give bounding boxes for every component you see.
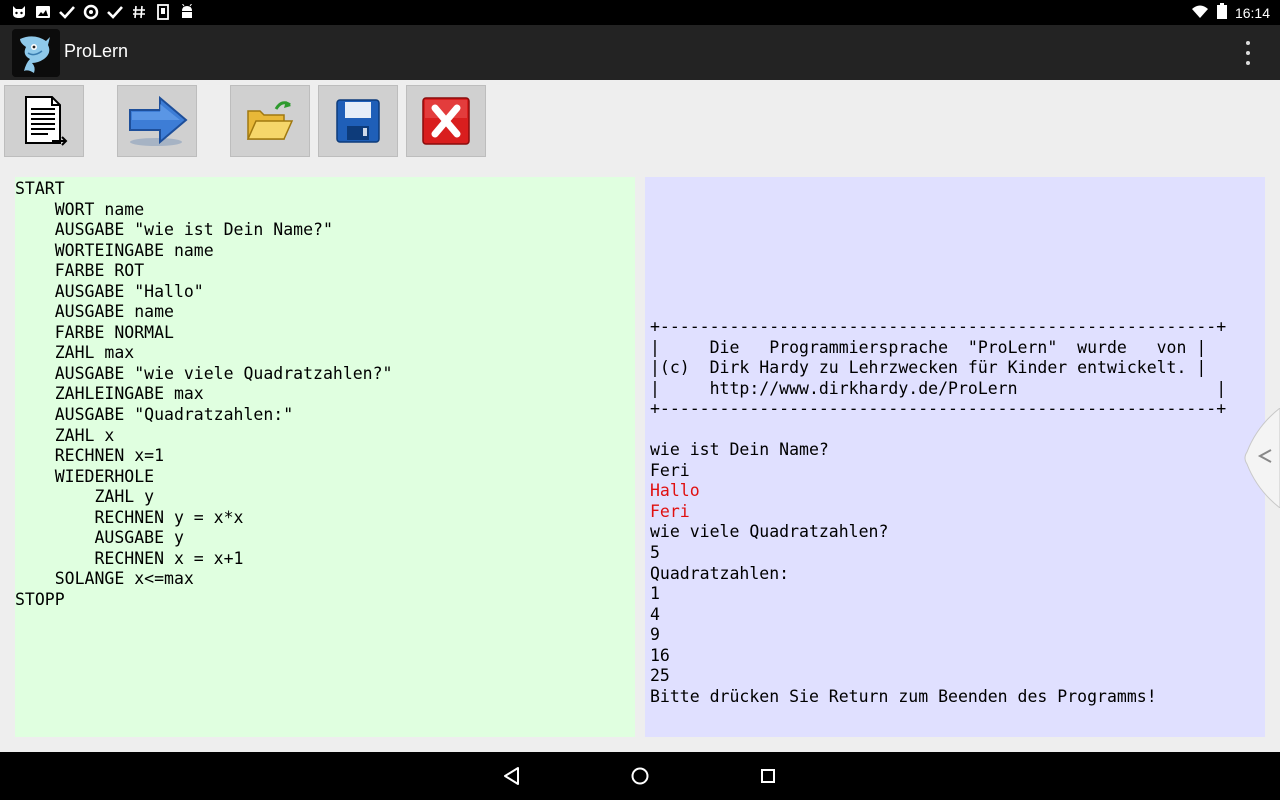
notification-icons xyxy=(10,3,196,21)
output-line: 9 xyxy=(650,625,660,645)
code-line: AUSGABE "Quadratzahlen:" xyxy=(15,405,294,425)
code-line: STOPP xyxy=(15,589,65,609)
back-triangle-icon xyxy=(504,767,519,785)
open-button[interactable] xyxy=(230,85,310,157)
navigation-bar xyxy=(0,752,1280,800)
program-output: +---------------------------------------… xyxy=(645,177,1265,737)
wifi-icon xyxy=(1191,4,1209,23)
system-status: 16:14 xyxy=(1191,3,1270,23)
run-button[interactable] xyxy=(117,85,197,157)
sd-card-icon xyxy=(154,3,172,21)
check-icon xyxy=(58,3,76,21)
drawer-handle[interactable] xyxy=(1243,407,1280,509)
app-title: ProLern xyxy=(64,41,129,61)
code-line: AUSGABE "Hallo" xyxy=(15,281,204,301)
code-line: AUSGABE name xyxy=(15,302,174,322)
output-line: 5 xyxy=(650,543,660,563)
folder-open-icon xyxy=(246,101,294,140)
red-x-icon xyxy=(422,97,470,145)
output-line: 1 xyxy=(650,584,660,604)
home-button[interactable] xyxy=(628,764,652,788)
code-line: RECHNEN x = x+1 xyxy=(15,548,244,568)
hashtag-icon xyxy=(130,3,148,21)
more-vert-icon[interactable] xyxy=(1240,39,1256,67)
recents-button[interactable] xyxy=(756,764,780,788)
output-line: wie viele Quadratzahlen? xyxy=(650,522,889,542)
save-button[interactable] xyxy=(318,85,398,157)
code-editor[interactable]: START WORT name AUSGABE "wie ist Dein Na… xyxy=(15,177,635,737)
output-line: 25 xyxy=(650,666,670,686)
code-line: ZAHLEINGABE max xyxy=(15,384,204,404)
floppy-disk-icon xyxy=(336,99,380,143)
output-line: +---------------------------------------… xyxy=(650,399,1227,419)
code-line: WORTEINGABE name xyxy=(15,240,214,260)
output-lines: +---------------------------------------… xyxy=(650,317,1226,707)
code-line: FARBE ROT xyxy=(15,261,145,281)
output-line: 16 xyxy=(650,645,670,665)
output-line: |(c) Dirk Hardy zu Lehrzwecken für Kinde… xyxy=(650,358,1207,378)
action-bar: ProLern xyxy=(0,25,1280,80)
document-icon xyxy=(25,96,68,146)
clock: 16:14 xyxy=(1234,5,1270,21)
check-icon xyxy=(106,3,124,21)
code-line: SOLANGE x<=max xyxy=(15,569,194,589)
output-line: Hallo xyxy=(650,481,700,501)
home-circle-icon xyxy=(631,767,649,785)
code-line: ZAHL max xyxy=(15,343,135,363)
code-line: FARBE NORMAL xyxy=(15,322,174,342)
android-icon xyxy=(178,3,196,21)
output-line: | http://www.dirkhardy.de/ProLern | xyxy=(650,378,1227,398)
code-line: AUSGABE "wie viele Quadratzahlen?" xyxy=(15,363,393,383)
code-line: AUSGABE "wie ist Dein Name?" xyxy=(15,220,333,240)
output-line: wie ist Dein Name? xyxy=(650,440,829,460)
status-bar: 16:14 xyxy=(0,0,1280,25)
battery-icon xyxy=(1216,3,1227,23)
output-line: 4 xyxy=(650,604,660,624)
arrow-right-icon xyxy=(129,95,188,146)
back-button[interactable] xyxy=(500,764,524,788)
output-line: | Die Programmiersprache "ProLern" wurde… xyxy=(650,337,1207,357)
output-line: Feri xyxy=(650,501,690,521)
recents-square-icon xyxy=(761,769,775,783)
code-line: RECHNEN y = x*x xyxy=(15,507,244,527)
code-line: ZAHL y xyxy=(15,487,155,507)
code-line: WIEDERHOLE xyxy=(15,466,155,486)
cat-icon xyxy=(10,3,28,21)
app-logo-icon[interactable] xyxy=(12,29,60,77)
code-line: WORT name xyxy=(15,199,145,219)
code-line: AUSGABE y xyxy=(15,528,184,548)
sync-icon xyxy=(82,3,100,21)
output-line: Feri xyxy=(650,460,690,480)
code-line: RECHNEN x=1 xyxy=(15,446,165,466)
image-icon xyxy=(34,3,52,21)
new-document-button[interactable] xyxy=(4,85,84,157)
code-line: ZAHL x xyxy=(15,425,115,445)
output-line: +---------------------------------------… xyxy=(650,317,1227,336)
code-lines: START WORT name AUSGABE "wie ist Dein Na… xyxy=(15,179,393,610)
code-line: START xyxy=(15,179,65,198)
close-button[interactable] xyxy=(406,85,486,157)
output-line: Bitte drücken Sie Return zum Beenden des… xyxy=(650,686,1157,706)
output-line: Quadratzahlen: xyxy=(650,563,790,583)
